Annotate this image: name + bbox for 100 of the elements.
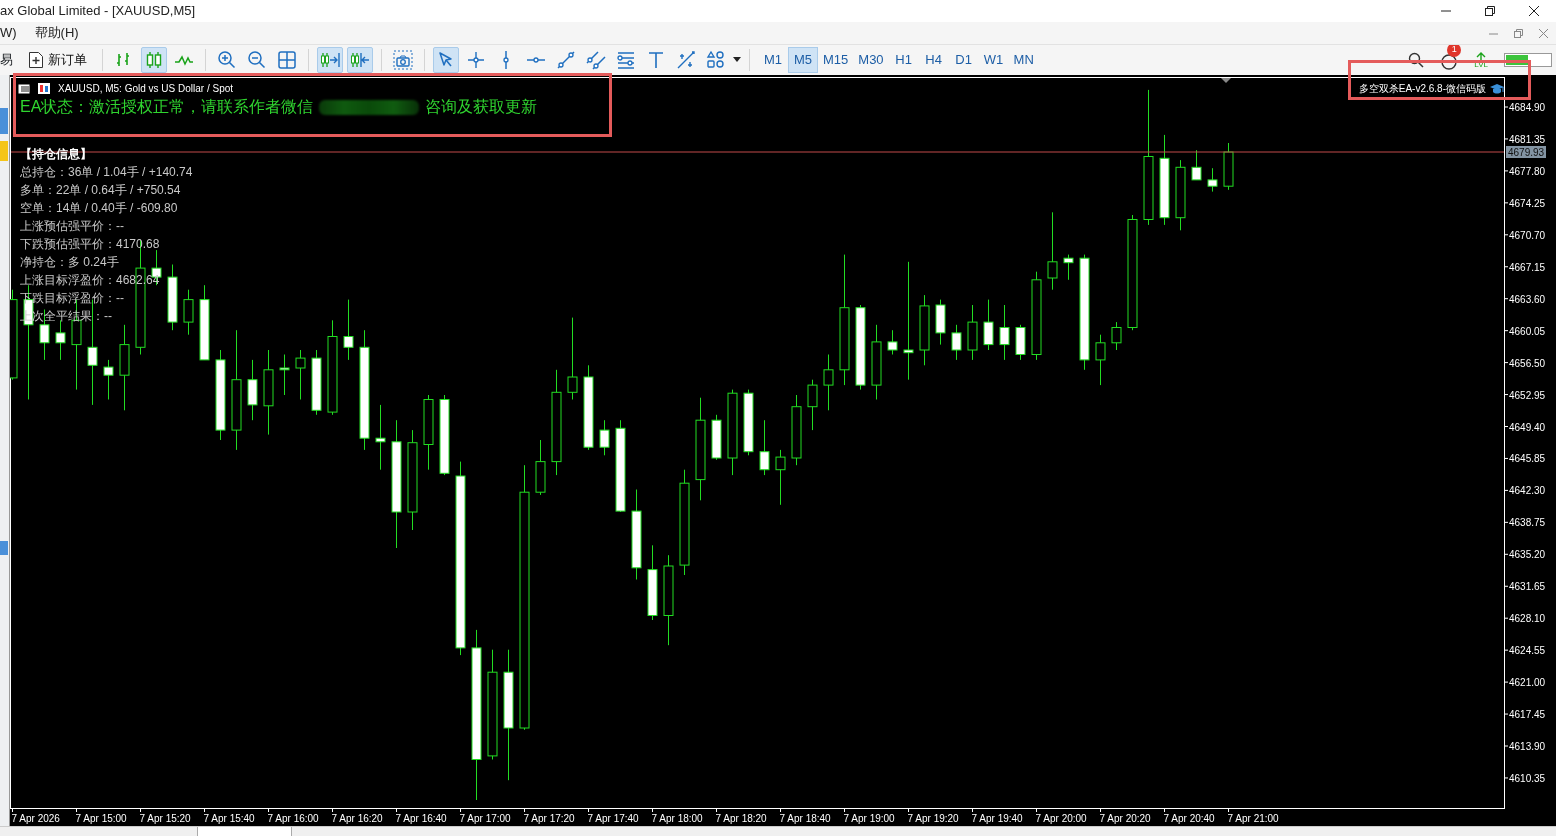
candlestick-drawing [711,414,722,461]
text-tool-icon [646,50,666,70]
candlestick-drawing [279,354,290,396]
restore-icon[interactable] [1514,28,1523,38]
notification-badge: 1 [1447,45,1462,57]
crosshair-icon [466,50,486,70]
camera-icon [393,50,413,70]
price-label: 4660.05 [1509,325,1546,337]
zoom-out-icon [247,50,267,70]
time-label: 7 Apr 19:40 [971,813,1023,824]
price-label: 4677.80 [1509,165,1546,177]
toolbar-button[interactable] [390,47,416,73]
candlestick-drawing [103,359,114,400]
trade-label[interactable]: 易 [0,50,13,70]
candlestick-drawing [791,394,802,466]
timeframe-button[interactable]: H1 [888,47,919,73]
info-line: 净持仓：多 0.24手 [20,254,120,271]
fibonacci-icon [616,50,636,70]
new-order-button[interactable]: 新订单 [21,47,94,73]
time-label: 7 Apr 17:40 [587,813,639,824]
time-label: 7 Apr 16:40 [395,813,447,824]
menu-item[interactable]: W) [0,22,17,44]
chart-shift-marker[interactable] [1221,78,1231,83]
candlestick-drawing [1223,142,1234,191]
timeframe-button[interactable]: M15 [818,47,854,73]
channel-icon [586,50,606,70]
candlestick-drawing [1015,324,1026,361]
price-label: 4610.35 [1509,772,1546,784]
candlestick-drawing [1063,254,1074,281]
candlestick-drawing [1191,149,1202,181]
candlestick-drawing [743,389,754,456]
candlestick-drawing [807,379,818,431]
price-label: 4656.50 [1509,357,1546,369]
chart-tab[interactable] [197,827,292,836]
menu-item[interactable]: 帮助(H) [34,22,79,44]
timeframe-button[interactable]: M5 [788,47,818,73]
time-label: 7 Apr 19:20 [907,813,959,824]
price-label: 4667.15 [1509,261,1546,273]
candlestick-drawing [247,359,258,421]
toolbar-button[interactable] [141,47,167,73]
close-icon[interactable] [1539,28,1548,38]
timeframe-button[interactable]: W1 [978,47,1009,73]
new-order-icon [28,51,44,69]
candlestick-drawing [999,304,1010,361]
time-label: 7 Apr 15:40 [203,813,255,824]
caret-icon[interactable] [733,57,741,63]
candlestick-drawing [983,299,994,351]
toolbar-button[interactable] [347,47,373,73]
chart-title: XAUUSD, M5: Gold vs US Dollar / Spot [58,82,234,96]
toolbar-button[interactable] [317,47,343,73]
candlestick-drawing [823,354,834,411]
time-label: 7 Apr 20:40 [1163,813,1215,824]
candlestick-drawing [183,289,194,336]
candlestick-drawing [167,264,178,331]
candlestick-drawing [1175,159,1186,231]
info-line: 空单：14单 / 0.40手 / -609.80 [20,200,179,217]
ea-name: 多空双杀EA-v2.6.8-微信码版 [1358,82,1486,96]
time-label: 7 Apr 15:00 [75,813,127,824]
timeframe-button[interactable]: D1 [948,47,979,73]
price-label: 4674.25 [1509,197,1546,209]
search-icon[interactable] [1408,52,1425,68]
upload-arrow-icon[interactable] [1476,51,1487,61]
price-label: 4670.70 [1509,229,1546,241]
candlestick-drawing [535,439,546,496]
time-label: 7 Apr 18:00 [651,813,703,824]
ea-status-text: 咨询及获取更新 [425,97,538,117]
price-label: 4645.85 [1509,453,1546,465]
timeframe-button[interactable]: MN [1008,47,1039,73]
time-label: 7 Apr 17:00 [459,813,511,824]
time-label: 7 Apr 16:00 [267,813,319,824]
time-label: 7 Apr 18:20 [715,813,767,824]
timeframe-button[interactable]: H4 [918,47,949,73]
candlestick-drawing [935,299,946,346]
time-label: 7 Apr 20:00 [1035,813,1087,824]
candlestick-drawing [1111,321,1122,351]
toolbar-button[interactable] [433,47,459,73]
chart-shift-icon [350,50,370,70]
candlestick-drawing [775,449,786,506]
time-label: 7 Apr 17:20 [523,813,575,824]
candlestick-drawing [599,419,610,456]
chart-window-icon [38,83,50,94]
time-label: 7 Apr 16:20 [331,813,383,824]
price-label: 4649.40 [1509,421,1546,433]
time-label: 7 Apr 19:00 [843,813,895,824]
time-label: 7 Apr 20:20 [1099,813,1151,824]
autoscroll-icon [320,50,340,70]
price-label: 4642.30 [1509,485,1546,497]
price-label: 4617.45 [1509,709,1546,721]
graduation-cap-icon [1490,82,1504,95]
timeframe-button[interactable]: M1 [758,47,788,73]
candlestick-drawing [375,404,386,471]
candlestick-drawing [887,329,898,355]
price-label: 4652.95 [1509,389,1546,401]
time-label: 7 Apr 18:40 [779,813,831,824]
candlestick-drawing [759,419,770,476]
candlestick-drawing [1095,334,1106,386]
arrows-icon [676,50,696,70]
timeframe-button[interactable]: M30 [853,47,889,73]
list-icon [18,83,30,94]
restore-icon [1485,6,1495,16]
